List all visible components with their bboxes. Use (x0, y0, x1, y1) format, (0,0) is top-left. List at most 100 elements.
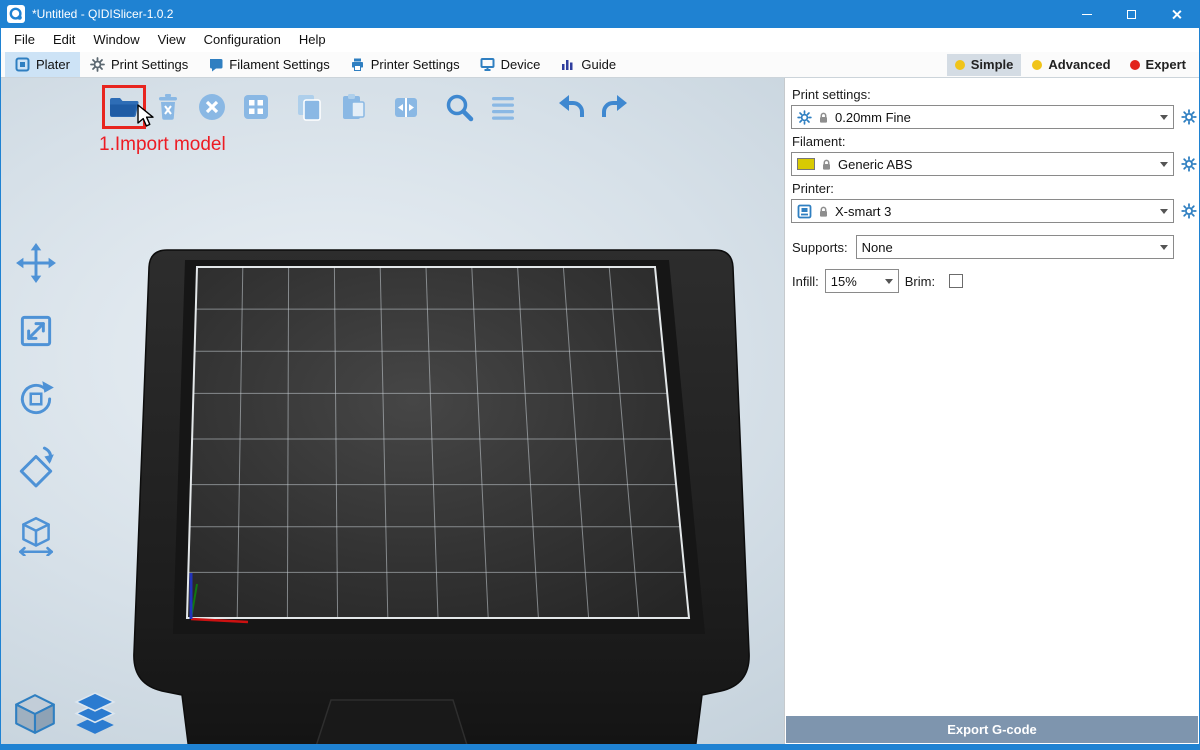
maximize-button[interactable] (1109, 0, 1154, 28)
printer-select[interactable]: X-smart 3 (791, 199, 1174, 223)
tab-guide[interactable]: Guide (550, 52, 626, 77)
printer-icon (350, 57, 365, 72)
print-profile-select[interactable]: 0.20mm Fine (791, 105, 1174, 129)
tab-printer-settings[interactable]: Printer Settings (340, 52, 470, 77)
arrange-grid-icon (241, 92, 271, 122)
printer-value: X-smart 3 (835, 204, 1151, 219)
arrange-button[interactable] (239, 90, 273, 124)
measure-button[interactable] (13, 512, 59, 558)
menu-window[interactable]: Window (84, 28, 148, 52)
tab-label: Filament Settings (229, 57, 329, 72)
import-model-button[interactable] (107, 90, 141, 124)
redo-icon (600, 92, 630, 122)
infill-select[interactable]: 15% (825, 269, 899, 293)
viewport-3d[interactable]: 1.Import model (1, 78, 784, 744)
redo-button[interactable] (598, 90, 632, 124)
chevron-down-icon (1160, 162, 1168, 167)
simple-mode-dot-icon (955, 60, 965, 70)
scale-button[interactable] (13, 308, 59, 354)
titlebar: *Untitled - QIDISlicer-1.0.2 (1, 0, 1199, 28)
view-toolbar (11, 690, 119, 738)
tab-label: Plater (36, 57, 70, 72)
chevron-down-icon (1160, 245, 1168, 250)
rotate-button[interactable] (13, 376, 59, 422)
sidebar: Print settings: (784, 78, 1199, 744)
mode-expert[interactable]: Expert (1122, 54, 1194, 76)
edit-print-settings-button[interactable] (1179, 109, 1199, 125)
gear-icon (90, 57, 105, 72)
app-window: *Untitled - QIDISlicer-1.0.2 File Edit W… (0, 0, 1200, 750)
trash-icon (153, 92, 183, 122)
supports-row: Supports: None (791, 235, 1199, 259)
mode-label: Advanced (1048, 57, 1110, 72)
supports-label: Supports: (792, 240, 848, 255)
paste-button[interactable] (336, 90, 370, 124)
device-monitor-icon (480, 57, 495, 72)
mode-advanced[interactable]: Advanced (1024, 54, 1118, 76)
search-button[interactable] (442, 90, 476, 124)
paste-icon (338, 92, 368, 122)
filament-select[interactable]: Generic ABS (791, 152, 1174, 176)
menu-file[interactable]: File (5, 28, 44, 52)
app-logo-icon (7, 5, 25, 23)
chevron-down-icon (885, 279, 893, 284)
filament-row: Generic ABS (791, 152, 1199, 176)
measure-icon (15, 514, 57, 556)
search-icon (444, 92, 474, 122)
gizmo-toolbar (13, 240, 59, 558)
filament-value: Generic ABS (838, 157, 1151, 172)
brim-label: Brim: (905, 274, 935, 289)
undo-icon (556, 92, 586, 122)
close-button[interactable] (1154, 0, 1199, 28)
tab-plater[interactable]: Plater (5, 52, 80, 77)
lock-icon (820, 158, 833, 171)
tab-print-settings[interactable]: Print Settings (80, 52, 198, 77)
gear-icon (1181, 156, 1197, 172)
undo-button[interactable] (554, 90, 588, 124)
gear-icon (797, 110, 812, 125)
place-on-face-icon (15, 446, 57, 488)
filament-color-swatch (797, 158, 815, 170)
chevron-down-icon (1160, 115, 1168, 120)
mode-simple[interactable]: Simple (947, 54, 1022, 76)
split-icon (391, 92, 421, 122)
split-button[interactable] (389, 90, 423, 124)
menu-configuration[interactable]: Configuration (195, 28, 290, 52)
infill-label: Infill: (792, 274, 819, 289)
delete-all-icon (197, 92, 227, 122)
tab-filament-settings[interactable]: Filament Settings (198, 52, 339, 77)
print-settings-row: 0.20mm Fine (791, 105, 1199, 129)
preview-view-button[interactable] (71, 690, 119, 738)
edit-filament-settings-button[interactable] (1179, 156, 1199, 172)
menu-help[interactable]: Help (290, 28, 335, 52)
mode-switcher: Simple Advanced Expert (947, 52, 1199, 77)
tab-label: Printer Settings (371, 57, 460, 72)
main-area: 1.Import model (1, 78, 1199, 744)
minimize-button[interactable] (1064, 0, 1109, 28)
menu-view[interactable]: View (149, 28, 195, 52)
window-controls (1064, 0, 1199, 28)
delete-all-button[interactable] (195, 90, 229, 124)
import-annotation: 1.Import model (99, 134, 226, 156)
scale-icon (15, 310, 57, 352)
window-border-bottom (1, 744, 1199, 750)
supports-select[interactable]: None (856, 235, 1174, 259)
place-on-face-button[interactable] (13, 444, 59, 490)
tab-device[interactable]: Device (470, 52, 551, 77)
export-gcode-button[interactable]: Export G-code (786, 716, 1198, 743)
menu-edit[interactable]: Edit (44, 28, 84, 52)
rotate-icon (15, 378, 57, 420)
minimize-icon (1082, 14, 1092, 15)
lock-icon (817, 205, 830, 218)
mode-label: Expert (1146, 57, 1186, 72)
edit-printer-settings-button[interactable] (1179, 203, 1199, 219)
copy-button[interactable] (292, 90, 326, 124)
tab-label: Guide (581, 57, 616, 72)
gear-icon (1181, 203, 1197, 219)
move-icon (15, 242, 57, 284)
brim-checkbox[interactable] (949, 274, 963, 288)
editor-3d-view-button[interactable] (11, 690, 59, 738)
move-button[interactable] (13, 240, 59, 286)
variable-layer-height-button[interactable] (486, 90, 520, 124)
print-profile-value: 0.20mm Fine (835, 110, 1151, 125)
